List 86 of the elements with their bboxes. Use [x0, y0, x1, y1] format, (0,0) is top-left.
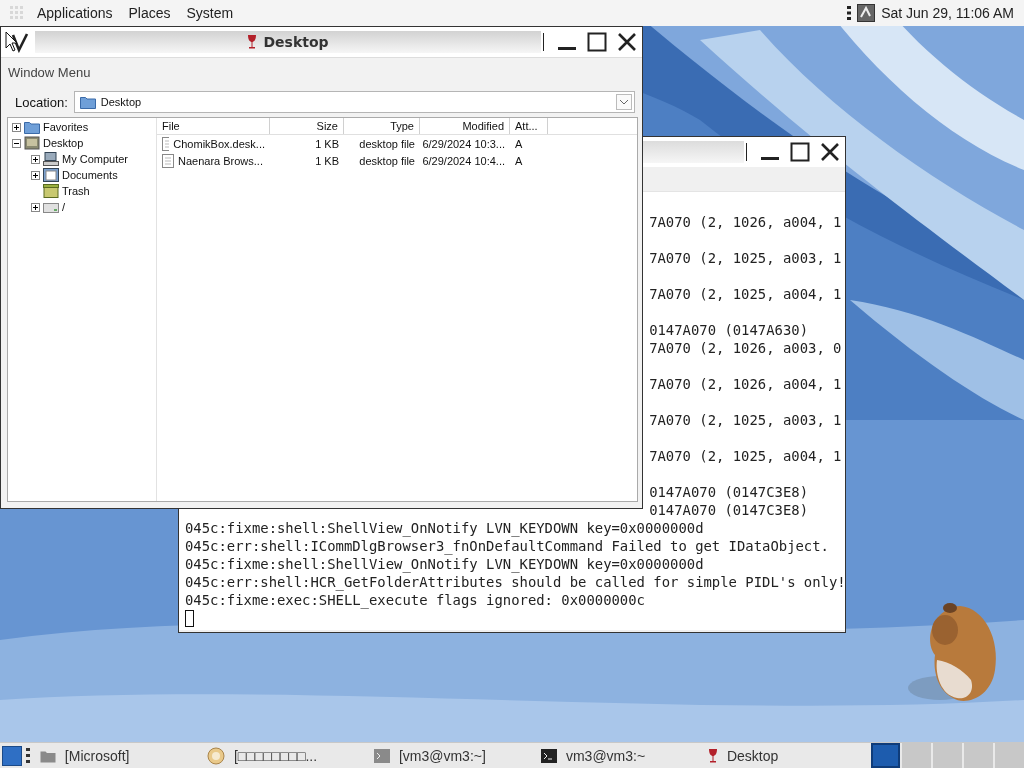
table-cell: desktop file — [359, 154, 415, 167]
wine-glass-icon — [707, 747, 718, 764]
table-cell: A — [515, 137, 523, 150]
wine-icon — [206, 746, 225, 765]
terminal-line: 045c:err:shell:ICommDlgBrowser3_fnOnDefaultCommand Failed to get IDataObject. — [185, 538, 829, 554]
minimize-icon — [558, 47, 576, 50]
close-icon — [617, 32, 637, 52]
taskbar-button[interactable]: vm3@vm3:~ — [536, 743, 704, 768]
terminal-line: 7A070 (2, 1025, a004, 1 — [649, 286, 842, 302]
desktop-icon — [24, 136, 40, 150]
taskbar-button[interactable]: Desktop — [703, 743, 871, 768]
window-title: Desktop — [263, 34, 329, 50]
terminal-line: 0147A070 (0147C3E8) — [649, 484, 809, 500]
column-header[interactable]: Att... — [510, 118, 548, 134]
terminal-icon — [373, 748, 390, 763]
documents-icon — [43, 168, 59, 182]
collapse-icon[interactable] — [12, 138, 21, 148]
terminal-line: 7A070 (2, 1025, a004, 1 — [649, 448, 842, 464]
location-label: Location: — [15, 94, 68, 110]
screenshot-icon[interactable] — [857, 4, 876, 22]
expand-icon[interactable] — [31, 202, 40, 212]
terminal-icon — [540, 748, 557, 763]
terminal-line: 045c:fixme:shell:ShellView_OnNotify LVN_KEYDOWN key=0x0000000d — [185, 520, 704, 536]
taskbar-button[interactable]: [□□□□□□□□... — [202, 743, 370, 768]
panel-menu[interactable]: Applications — [29, 5, 121, 21]
maximize-icon — [587, 32, 607, 52]
title-bar[interactable]: Desktop — [35, 31, 541, 53]
location-field[interactable]: Desktop — [73, 91, 635, 113]
panel-menu[interactable]: System — [178, 5, 242, 21]
table-cell: ChomikBox.desk... — [173, 137, 265, 150]
expand-icon[interactable] — [12, 122, 21, 132]
table-cell: 6/29/2024 10:3... — [422, 137, 505, 150]
terminal-line: 045c:fixme:shell:ShellView_OnNotify LVN_KEYDOWN key=0x0000000d — [185, 556, 704, 572]
text-cursor — [185, 610, 194, 627]
taskbar-button[interactable]: [vm3@vm3:~] — [369, 743, 537, 768]
tree-item[interactable]: / — [62, 201, 66, 213]
dropdown-icon[interactable] — [616, 94, 632, 110]
column-header[interactable]: Type — [344, 118, 420, 134]
file-icon — [162, 153, 174, 168]
clock[interactable]: Sat Jun 29, 11:06 AM — [881, 5, 1014, 21]
file-icon — [162, 136, 170, 151]
panel-menu[interactable]: Places — [120, 5, 179, 21]
computer-icon — [43, 152, 59, 166]
window-menu[interactable]: Window Menu — [8, 64, 91, 80]
tree-item[interactable]: Desktop — [43, 137, 84, 149]
expand-icon[interactable] — [31, 154, 40, 164]
trash-icon — [43, 184, 59, 198]
table-cell: Naenara Brows... — [178, 154, 263, 167]
maximize-button[interactable] — [587, 32, 607, 52]
drive-icon — [43, 200, 59, 214]
drag-handle-icon[interactable] — [25, 746, 30, 765]
table-cell: 1 KB — [315, 137, 339, 150]
folder-icon — [24, 120, 40, 134]
expand-icon[interactable] — [31, 170, 40, 180]
tree-item[interactable]: Documents — [62, 169, 118, 181]
column-header[interactable]: Modified — [420, 118, 510, 134]
terminal-line: 7A070 (2, 1025, a003, 1 — [649, 250, 842, 266]
tree-item[interactable]: Trash — [62, 185, 90, 197]
terminal-line: 0147A070 (0147C3E8) — [649, 502, 809, 518]
terminal-line: 7A070 (2, 1025, a003, 1 — [649, 412, 842, 428]
tree-item[interactable]: Favorites — [43, 121, 89, 133]
table-cell: 6/29/2024 10:4... — [422, 154, 505, 167]
logo-icon[interactable] — [5, 31, 29, 53]
close-button[interactable] — [617, 32, 637, 52]
tree-item[interactable]: My Computer — [62, 153, 129, 165]
taskbar-button[interactable]: [Microsoft] — [35, 743, 203, 768]
drag-handle-icon[interactable] — [847, 5, 852, 21]
terminal-line: 0147A070 (0147A630) — [649, 322, 809, 338]
maximize-button[interactable] — [790, 142, 810, 162]
terminal-line: 045c:fixme:exec:SHELL_execute flags ignored: 0x0000000c — [185, 592, 645, 608]
wine-glass-icon — [247, 34, 258, 50]
show-desktop-icon[interactable] — [2, 745, 22, 766]
table-cell: desktop file — [359, 137, 415, 150]
maximize-icon — [790, 142, 810, 162]
column-header[interactable]: Size — [270, 118, 344, 134]
terminal-line: 7A070 (2, 1026, a003, 0 — [649, 340, 842, 356]
close-icon — [820, 142, 840, 162]
terminal-line: 7A070 (2, 1026, a004, 1 — [649, 214, 842, 230]
folder-icon — [79, 95, 96, 109]
table-cell: 1 KB — [315, 154, 339, 167]
close-button[interactable] — [820, 142, 840, 162]
column-header[interactable]: File — [157, 118, 270, 134]
terminal-line: 7A070 (2, 1026, a004, 1 — [649, 376, 842, 392]
table-cell: A — [515, 154, 523, 167]
minimize-icon — [761, 157, 779, 160]
terminal-line: 045c:err:shell:HCR_GetFolderAttributes should be called for simple PIDL's only! — [185, 574, 846, 590]
